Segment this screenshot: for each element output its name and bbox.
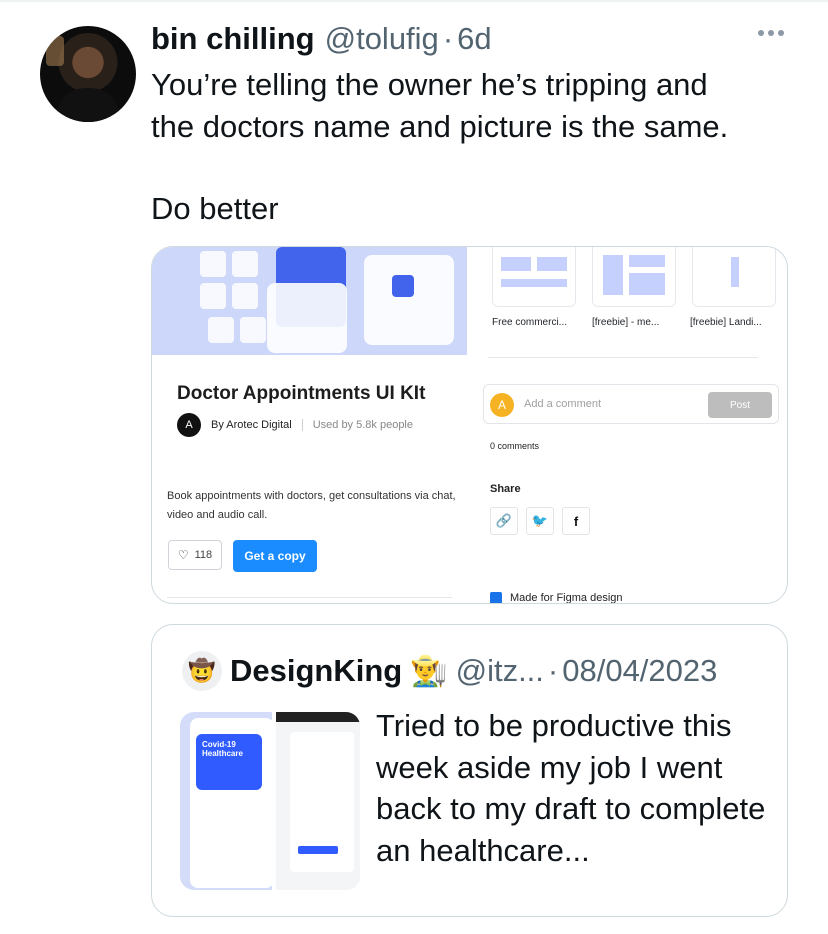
avatar[interactable] [40, 26, 136, 122]
related-thumb[interactable] [492, 247, 576, 307]
more-dot [768, 30, 774, 36]
divider [167, 597, 452, 598]
like-count: 118 [194, 549, 213, 561]
comment-input: A Add a comment Post [483, 384, 779, 424]
quoted-tweet-text: Tried to be productive this week aside m… [376, 708, 766, 868]
tweet-text: You’re telling the owner he’s tripping a… [151, 64, 791, 230]
tweet-timestamp[interactable]: 6d [457, 21, 491, 57]
quoted-author-name[interactable]: DesignKing [230, 653, 402, 689]
related-thumb[interactable] [592, 247, 676, 307]
mockup-topbar [276, 712, 360, 722]
header-separator: · [442, 21, 454, 56]
link-icon: 🔗 [490, 507, 518, 535]
phone-mockup [272, 712, 360, 890]
doctor-card-thumb [200, 283, 226, 309]
post-button: Post [708, 392, 772, 418]
tweet-media-image[interactable]: Free commerci... [freebie] - me... [free… [151, 246, 788, 604]
made-for-label: Made for Figma design [510, 592, 623, 604]
facebook-icon: f [562, 507, 590, 535]
header-separator: · [547, 653, 559, 688]
more-dot [758, 30, 764, 36]
quoted-avatar[interactable]: 🤠 [182, 651, 222, 691]
doctor-card-thumb [232, 251, 258, 277]
comment-placeholder: Add a comment [524, 398, 602, 410]
related-files: Free commerci... [freebie] - me... [free… [488, 247, 787, 357]
hero-chat-panel [364, 255, 454, 345]
author-logo-icon: A [177, 413, 201, 437]
covid-hero-card: Covid-19 Healthcare [196, 734, 262, 790]
doctor-card-thumb [208, 317, 234, 343]
quoted-tweet-image[interactable]: Covid-19 Healthcare [180, 712, 360, 890]
tweet-text-line: Do better [151, 191, 279, 226]
comment-avatar: A [490, 393, 514, 417]
quoted-tweet-date[interactable]: 08/04/2023 [562, 653, 717, 689]
mockup-button [298, 846, 338, 854]
twitter-icon: 🐦 [526, 507, 554, 535]
related-thumb-label[interactable]: Free commerci... [492, 317, 567, 328]
more-horizontal-icon[interactable] [758, 30, 784, 36]
comments-count: 0 comments [490, 441, 540, 451]
like-button: ♡ 118 [168, 540, 222, 570]
top-divider [0, 0, 828, 2]
author-handle[interactable]: @tolufig [325, 21, 439, 57]
hero-panel [267, 283, 347, 353]
kit-title: Doctor Appointments UI KIt [177, 383, 426, 404]
made-for-figma: Made for Figma design [490, 592, 623, 604]
related-thumb-label[interactable]: [freebie] Landi... [690, 317, 762, 328]
figma-icon [490, 592, 502, 603]
kit-author: By Arotec Digital [211, 419, 292, 431]
divider [488, 357, 758, 358]
kit-hero-image [152, 247, 467, 355]
tweet-text-line: You’re telling the owner he’s tripping a… [151, 67, 708, 102]
share-heading: Share [490, 483, 521, 495]
quoted-tweet-header: 🤠 DesignKing 👨‍🌾 @itz... · 08/04/2023 [182, 651, 717, 691]
hero-title: Covid-19 Healthcare [202, 740, 243, 758]
share-buttons: 🔗 🐦 f [490, 507, 590, 535]
kit-usage: Used by 5.8k people [312, 419, 413, 431]
author-name[interactable]: bin chilling [151, 21, 315, 57]
get-copy-button: Get a copy [233, 540, 317, 572]
more-dot [778, 30, 784, 36]
related-thumb-label[interactable]: [freebie] - me... [592, 317, 659, 328]
separator [301, 419, 303, 431]
doctor-card-thumb [200, 251, 226, 277]
kit-description: Book appointments with doctors, get cons… [167, 490, 456, 521]
kit-author-row: A By Arotec Digital Used by 5.8k people [177, 413, 413, 437]
quoted-tweet[interactable]: 🤠 DesignKing 👨‍🌾 @itz... · 08/04/2023 Co… [151, 624, 788, 917]
avatar-shirt [56, 88, 120, 122]
quoted-author-handle[interactable]: @itz... [456, 653, 544, 689]
farmer-emoji-icon: 👨‍🌾 [410, 654, 448, 688]
related-thumb[interactable] [692, 247, 776, 307]
doctor-card-thumb [240, 317, 266, 343]
doctor-card-thumb [232, 283, 258, 309]
tweet-header: bin chilling @tolufig · 6d [151, 18, 492, 60]
chat-bubble [392, 275, 414, 297]
phone-mockup: Covid-19 Healthcare [190, 718, 274, 888]
tweet-text-line: the doctors name and picture is the same… [151, 109, 729, 144]
avatar-background-light [46, 36, 64, 66]
heart-icon: ♡ [177, 548, 189, 562]
